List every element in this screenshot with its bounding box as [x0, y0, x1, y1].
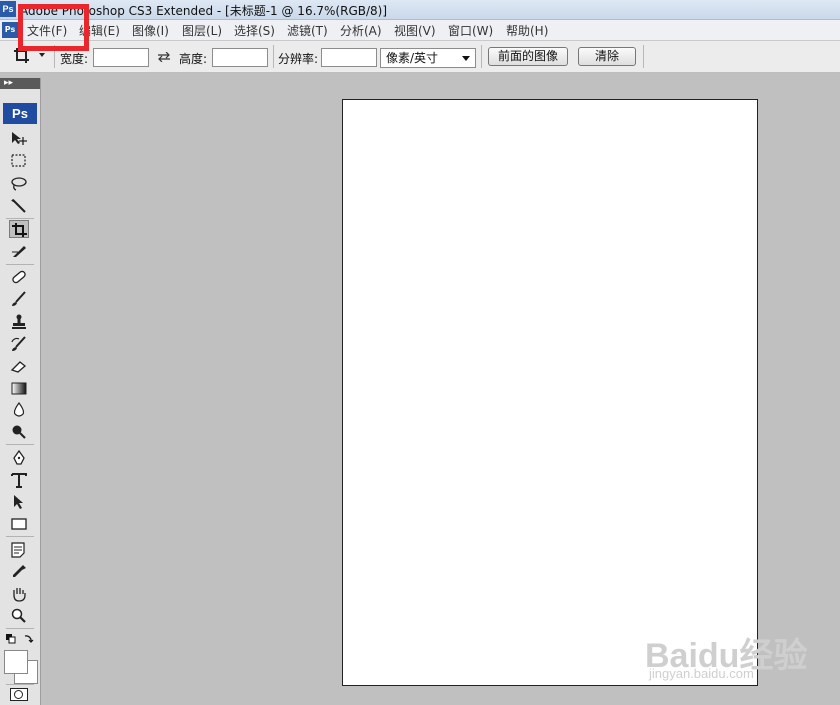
eyedropper-icon [13, 565, 26, 577]
shape-tool[interactable] [9, 515, 29, 533]
divider [6, 536, 34, 537]
menu-analysis[interactable]: 分析(A) [340, 22, 382, 39]
photoshop-app-icon: Ps [0, 1, 16, 17]
menu-image[interactable]: 图像(I) [132, 22, 169, 39]
clone-stamp-tool[interactable] [9, 313, 29, 331]
dodge-tool[interactable] [9, 423, 29, 441]
magic-wand-tool[interactable] [9, 197, 29, 215]
menu-select[interactable]: 选择(S) [234, 22, 275, 39]
gradient-tool[interactable] [9, 379, 29, 397]
divider [6, 264, 34, 265]
menu-filter[interactable]: 滤镜(T) [287, 22, 328, 39]
document-icon[interactable]: Ps [2, 22, 18, 38]
photoshop-logo: Ps [3, 103, 37, 124]
tools-panel: ▸▸ Ps [0, 78, 41, 705]
magnifier-icon [11, 608, 26, 623]
menu-bar: Ps 文件(F) 编辑(E) 图像(I) 图层(L) 选择(S) 滤镜(T) 分… [0, 20, 840, 41]
move-tool[interactable] [9, 130, 29, 148]
move-icon [12, 132, 27, 145]
path-selection-icon [14, 495, 23, 509]
crop-icon [12, 223, 27, 237]
resolution-label: 分辨率: [278, 52, 319, 66]
brush-icon [12, 291, 26, 306]
rectangle-shape-icon [11, 518, 27, 530]
front-image-button[interactable]: 前面的图像 [488, 47, 568, 66]
swap-icon[interactable] [157, 52, 171, 62]
hand-icon [13, 588, 26, 602]
divider [273, 45, 274, 68]
lasso-tool[interactable] [9, 175, 29, 193]
brush-tool[interactable] [9, 290, 29, 308]
eyedropper-tool[interactable] [9, 563, 29, 581]
marquee-tool[interactable] [9, 152, 29, 170]
type-tool[interactable] [9, 471, 29, 489]
foreground-color-swatch[interactable] [4, 650, 28, 674]
eraser-tool[interactable] [9, 357, 29, 375]
title-bar: Ps Adobe Photoshop CS3 Extended - [未标题-1… [0, 0, 840, 20]
pen-tool[interactable] [9, 449, 29, 467]
chevron-down-icon[interactable] [39, 53, 45, 57]
type-icon [11, 473, 27, 488]
path-selection-tool[interactable] [9, 493, 29, 511]
menu-layer[interactable]: 图层(L) [182, 22, 222, 39]
healing-brush-tool[interactable] [9, 268, 29, 286]
lasso-icon [11, 177, 27, 191]
drop-icon [13, 402, 25, 417]
history-brush-icon [11, 336, 26, 351]
menu-help[interactable]: 帮助(H) [506, 22, 548, 39]
notes-tool[interactable] [9, 541, 29, 559]
dodge-icon [12, 425, 26, 439]
rectangle-marquee-icon [11, 154, 26, 167]
divider [6, 628, 34, 629]
divider [481, 45, 482, 68]
divider [6, 218, 34, 219]
stamp-icon [12, 314, 26, 329]
highlight-box [18, 4, 89, 51]
note-icon [11, 542, 25, 558]
collapse-arrows-icon: ▸▸ [4, 78, 14, 88]
baidu-watermark: Baidu经验 jingyan.baidu.com [645, 628, 807, 681]
dropdown-arrow-icon [462, 56, 470, 61]
divider [6, 444, 34, 445]
pen-icon [13, 450, 25, 465]
divider [6, 684, 34, 685]
options-bar: 宽度: 高度: 分辨率: 像素/英寸 前面的图像 清除 [0, 41, 840, 73]
blur-tool[interactable] [9, 401, 29, 419]
bandage-icon [12, 270, 26, 284]
quick-mask-icon [14, 690, 23, 699]
width-input[interactable] [93, 48, 149, 67]
divider [643, 45, 644, 68]
default-colors-icon[interactable] [5, 633, 35, 647]
menu-view[interactable]: 视图(V) [394, 22, 436, 39]
resolution-unit-select[interactable]: 像素/英寸 [380, 48, 476, 68]
resolution-unit-value: 像素/英寸 [386, 51, 439, 65]
height-input[interactable] [212, 48, 268, 67]
hand-tool[interactable] [9, 585, 29, 603]
height-label: 高度: [179, 52, 208, 66]
width-label: 宽度: [60, 52, 89, 66]
document-canvas[interactable] [342, 99, 758, 686]
panel-grip[interactable]: ▸▸ [0, 78, 40, 89]
magic-wand-icon [11, 199, 26, 213]
eraser-icon [10, 361, 27, 373]
history-brush-tool[interactable] [9, 335, 29, 353]
menu-window[interactable]: 窗口(W) [448, 22, 493, 39]
watermark-url: jingyan.baidu.com [649, 666, 754, 681]
slice-icon [12, 246, 26, 257]
slice-tool[interactable] [9, 242, 29, 260]
quick-mask-button[interactable] [10, 688, 28, 701]
gradient-icon [11, 382, 27, 395]
resolution-input[interactable] [321, 48, 377, 67]
crop-tool[interactable] [9, 220, 29, 238]
clear-button[interactable]: 清除 [578, 47, 636, 66]
zoom-tool[interactable] [9, 607, 29, 625]
